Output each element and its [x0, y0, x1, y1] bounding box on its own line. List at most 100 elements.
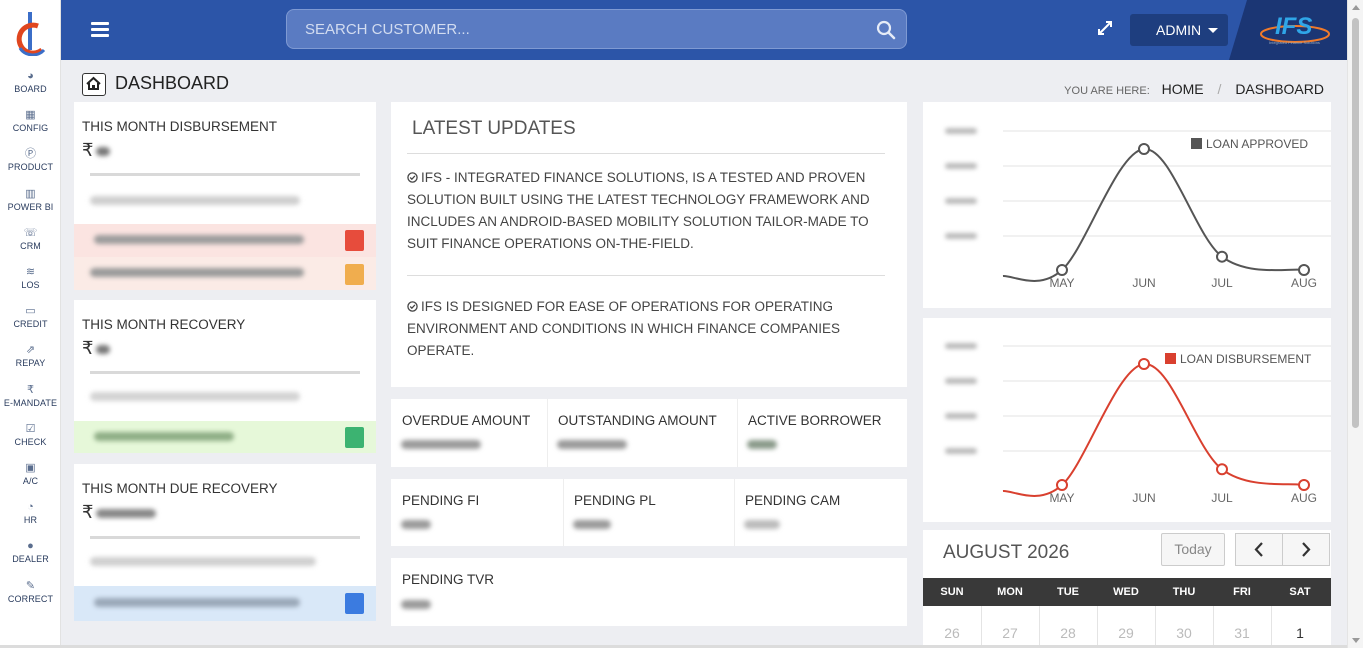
legend-loan-approved: LOAN APPROVED: [1191, 137, 1308, 151]
sidebar-item-label: A/C: [22, 476, 39, 486]
sidebar-item-crm[interactable]: ☏ CRM: [0, 226, 61, 251]
search-input[interactable]: [287, 10, 867, 48]
recovery-card: THIS MONTH RECOVERY ₹: [74, 300, 376, 453]
breadcrumb-current: DASHBOARD: [1235, 81, 1324, 97]
sidebar-item-correct[interactable]: ✎ CORRECT: [0, 579, 61, 604]
sidebar-item-label: PRODUCT: [7, 162, 54, 173]
edit-icon: ✎: [25, 579, 36, 592]
y-tick-label-blurred: [945, 343, 977, 349]
active-borrower-label: ACTIVE BORROWER: [748, 413, 882, 428]
legend-swatch: [1191, 138, 1202, 149]
home-icon[interactable]: [82, 73, 106, 96]
loan-approved-chart: MAY JUN JUL AUG LOAN APPROVED: [923, 102, 1331, 308]
prev-month-button[interactable]: [1235, 533, 1283, 566]
y-tick-label-blurred: [945, 128, 977, 134]
weekday-label: SAT: [1289, 586, 1311, 598]
sidebar-item-los[interactable]: ≋ LOS: [0, 265, 61, 290]
updates-heading: LATEST UPDATES: [412, 118, 576, 139]
sidebar-item-label: CORRECT: [7, 593, 54, 604]
weekday-label: WED: [1113, 586, 1139, 598]
calendar-month: AUGUST 2026: [943, 542, 1070, 563]
chevron-left-icon: [1254, 542, 1263, 557]
calendar-day[interactable]: 31: [1213, 625, 1271, 641]
grid-icon: ▦: [25, 109, 36, 122]
weekday-label: MON: [997, 586, 1023, 598]
calendar-day[interactable]: 29: [1097, 625, 1155, 641]
x-tick-label: JUN: [1132, 276, 1155, 290]
today-button[interactable]: Today: [1161, 533, 1225, 566]
x-tick-label: MAY: [1049, 491, 1074, 505]
calendar: AUGUST 2026 Today SUN MON TUE WED THU FR…: [923, 530, 1331, 648]
calendar-day[interactable]: 1: [1271, 625, 1329, 641]
calendar-day[interactable]: 27: [981, 625, 1039, 641]
latest-updates-panel: LATEST UPDATES IFS - INTEGRATED FINANCE …: [391, 102, 907, 387]
pending-fi-label: PENDING FI: [402, 493, 480, 508]
svg-text:Integrated Finance Solutions: Integrated Finance Solutions: [1269, 40, 1320, 45]
loan-disbursement-chart: MAY JUN JUL AUG LOAN DISBURSEMENT: [923, 318, 1331, 522]
sidebar-item-check[interactable]: ☑ CHECK: [0, 422, 61, 447]
sidebar-item-repay[interactable]: ⇗ REPAY: [0, 343, 61, 368]
due-recovery-title: THIS MONTH DUE RECOVERY: [82, 481, 278, 496]
weekday-label: THU: [1172, 586, 1196, 598]
company-logo[interactable]: [12, 10, 48, 56]
x-tick-label: JUN: [1132, 491, 1155, 505]
sidebar-item-label: LOS: [21, 280, 40, 290]
sidebar-item-label: CHECK: [14, 436, 47, 447]
page-scrollbar[interactable]: [1347, 0, 1363, 648]
sidebar-item-credit[interactable]: ▭ CREDIT: [0, 304, 61, 329]
pending-tvr-row: PENDING TVR: [391, 558, 907, 626]
weekday-label: FRI: [1233, 586, 1251, 598]
calendar-day[interactable]: 26: [923, 625, 981, 641]
credit-card-icon: ▭: [25, 305, 36, 318]
sidebar-item-product[interactable]: Ⓟ PRODUCT: [0, 147, 61, 172]
status-badge: [345, 427, 364, 448]
data-point: [1298, 264, 1310, 276]
y-tick-label-blurred: [945, 413, 977, 419]
top-bar: ADMIN IFS Integrated Finance Solutions: [61, 0, 1347, 60]
breadcrumb-home[interactable]: HOME: [1162, 81, 1204, 97]
data-point: [1138, 358, 1150, 370]
calendar-day[interactable]: 30: [1155, 625, 1213, 641]
admin-dropdown[interactable]: ADMIN: [1130, 14, 1228, 46]
admin-label: ADMIN: [1156, 22, 1202, 38]
fullscreen-icon[interactable]: [1096, 19, 1114, 37]
data-point: [1298, 479, 1310, 491]
account-card-icon: ▣: [25, 462, 36, 474]
sidebar-item-label: BOARD: [14, 84, 47, 94]
pending-pl-label: PENDING PL: [574, 493, 656, 508]
y-tick-label-blurred: [945, 233, 977, 239]
next-month-button[interactable]: [1282, 533, 1330, 566]
bar-chart-icon: ▥: [25, 187, 36, 200]
data-point: [1216, 250, 1228, 263]
data-point: [1138, 143, 1150, 155]
sidebar-item-label: E-MANDATE: [3, 397, 58, 408]
sidebar-item-e-mandate[interactable]: ₹ E-MANDATE: [0, 383, 61, 408]
sidebar-item-power-bi[interactable]: ▥ POWER BI: [0, 187, 61, 212]
y-tick-label-blurred: [945, 378, 977, 384]
rupee-icon: ₹: [82, 140, 94, 160]
sidebar-item-label: DEALER: [12, 554, 49, 565]
rupee-icon: ₹: [82, 338, 94, 358]
chevron-right-icon: [1302, 542, 1311, 557]
pending-cam-label: PENDING CAM: [745, 493, 841, 508]
breadcrumb: YOU ARE HERE: HOME / DASHBOARD: [1064, 81, 1324, 97]
sidebar-item-a-c[interactable]: ▣ A/C: [0, 461, 61, 486]
update-item: IFS - INTEGRATED FINANCE SOLUTIONS, IS A…: [407, 170, 870, 251]
product-p-icon: Ⓟ: [25, 148, 36, 161]
menu-toggle-icon[interactable]: [91, 22, 109, 37]
sidebar-item-hr[interactable]: ◔ HR: [0, 500, 61, 525]
external-link-icon: ⇗: [25, 344, 36, 357]
pie-chart-icon: ◔: [27, 501, 34, 514]
x-tick-label: JUL: [1211, 276, 1233, 290]
sidebar-item-dealer[interactable]: ● DEALER: [0, 539, 61, 564]
check-circle-icon: [407, 172, 418, 183]
sidebar-item-label: CONFIG: [12, 123, 49, 134]
database-icon: ≋: [25, 266, 36, 278]
crm-icon: ☏: [23, 226, 38, 239]
calendar-day[interactable]: 28: [1039, 625, 1097, 641]
sidebar-item-config[interactable]: ▦ CONFIG: [0, 108, 61, 133]
search-icon[interactable]: [876, 20, 896, 40]
weekday-label: SUN: [940, 586, 964, 598]
sidebar-item-board[interactable]: ◕ BOARD: [0, 69, 61, 94]
y-tick-label-blurred: [945, 163, 977, 169]
